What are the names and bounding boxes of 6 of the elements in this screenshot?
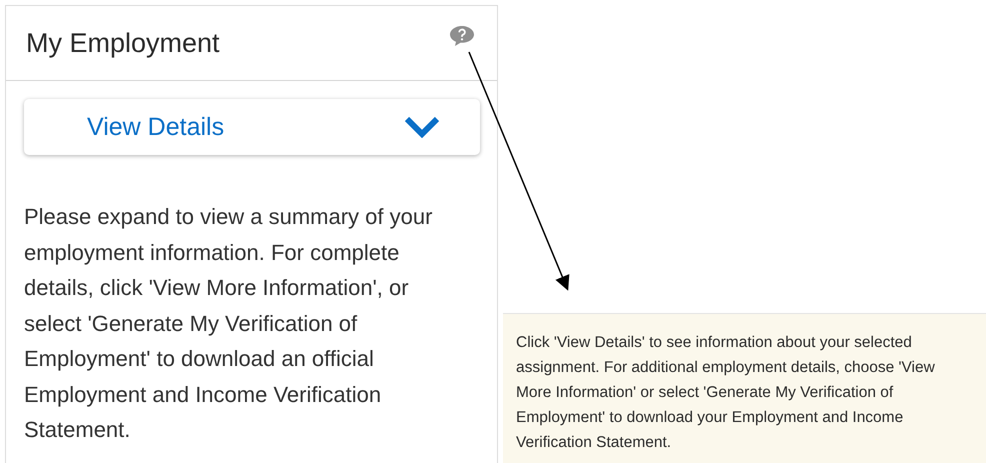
chevron-icon — [404, 116, 440, 138]
card-title: My Employment — [26, 28, 220, 58]
description-text: Please expand to view a summary of your employment information. For complete details, click 'View More Information', or select 'Generate My Verification of Employment' to download an official Employment and Income Verification Statement. — [24, 203, 434, 444]
view-details-button[interactable]: View Details — [24, 99, 480, 155]
tooltip-text: Click 'View Details' to see information about your selected assignment. For additional employment details, choose 'View More Information' or select 'Generate My Verification of Employment' to download your Employment and Income Verification Statement. — [516, 333, 936, 453]
help-icon[interactable] — [449, 25, 475, 47]
